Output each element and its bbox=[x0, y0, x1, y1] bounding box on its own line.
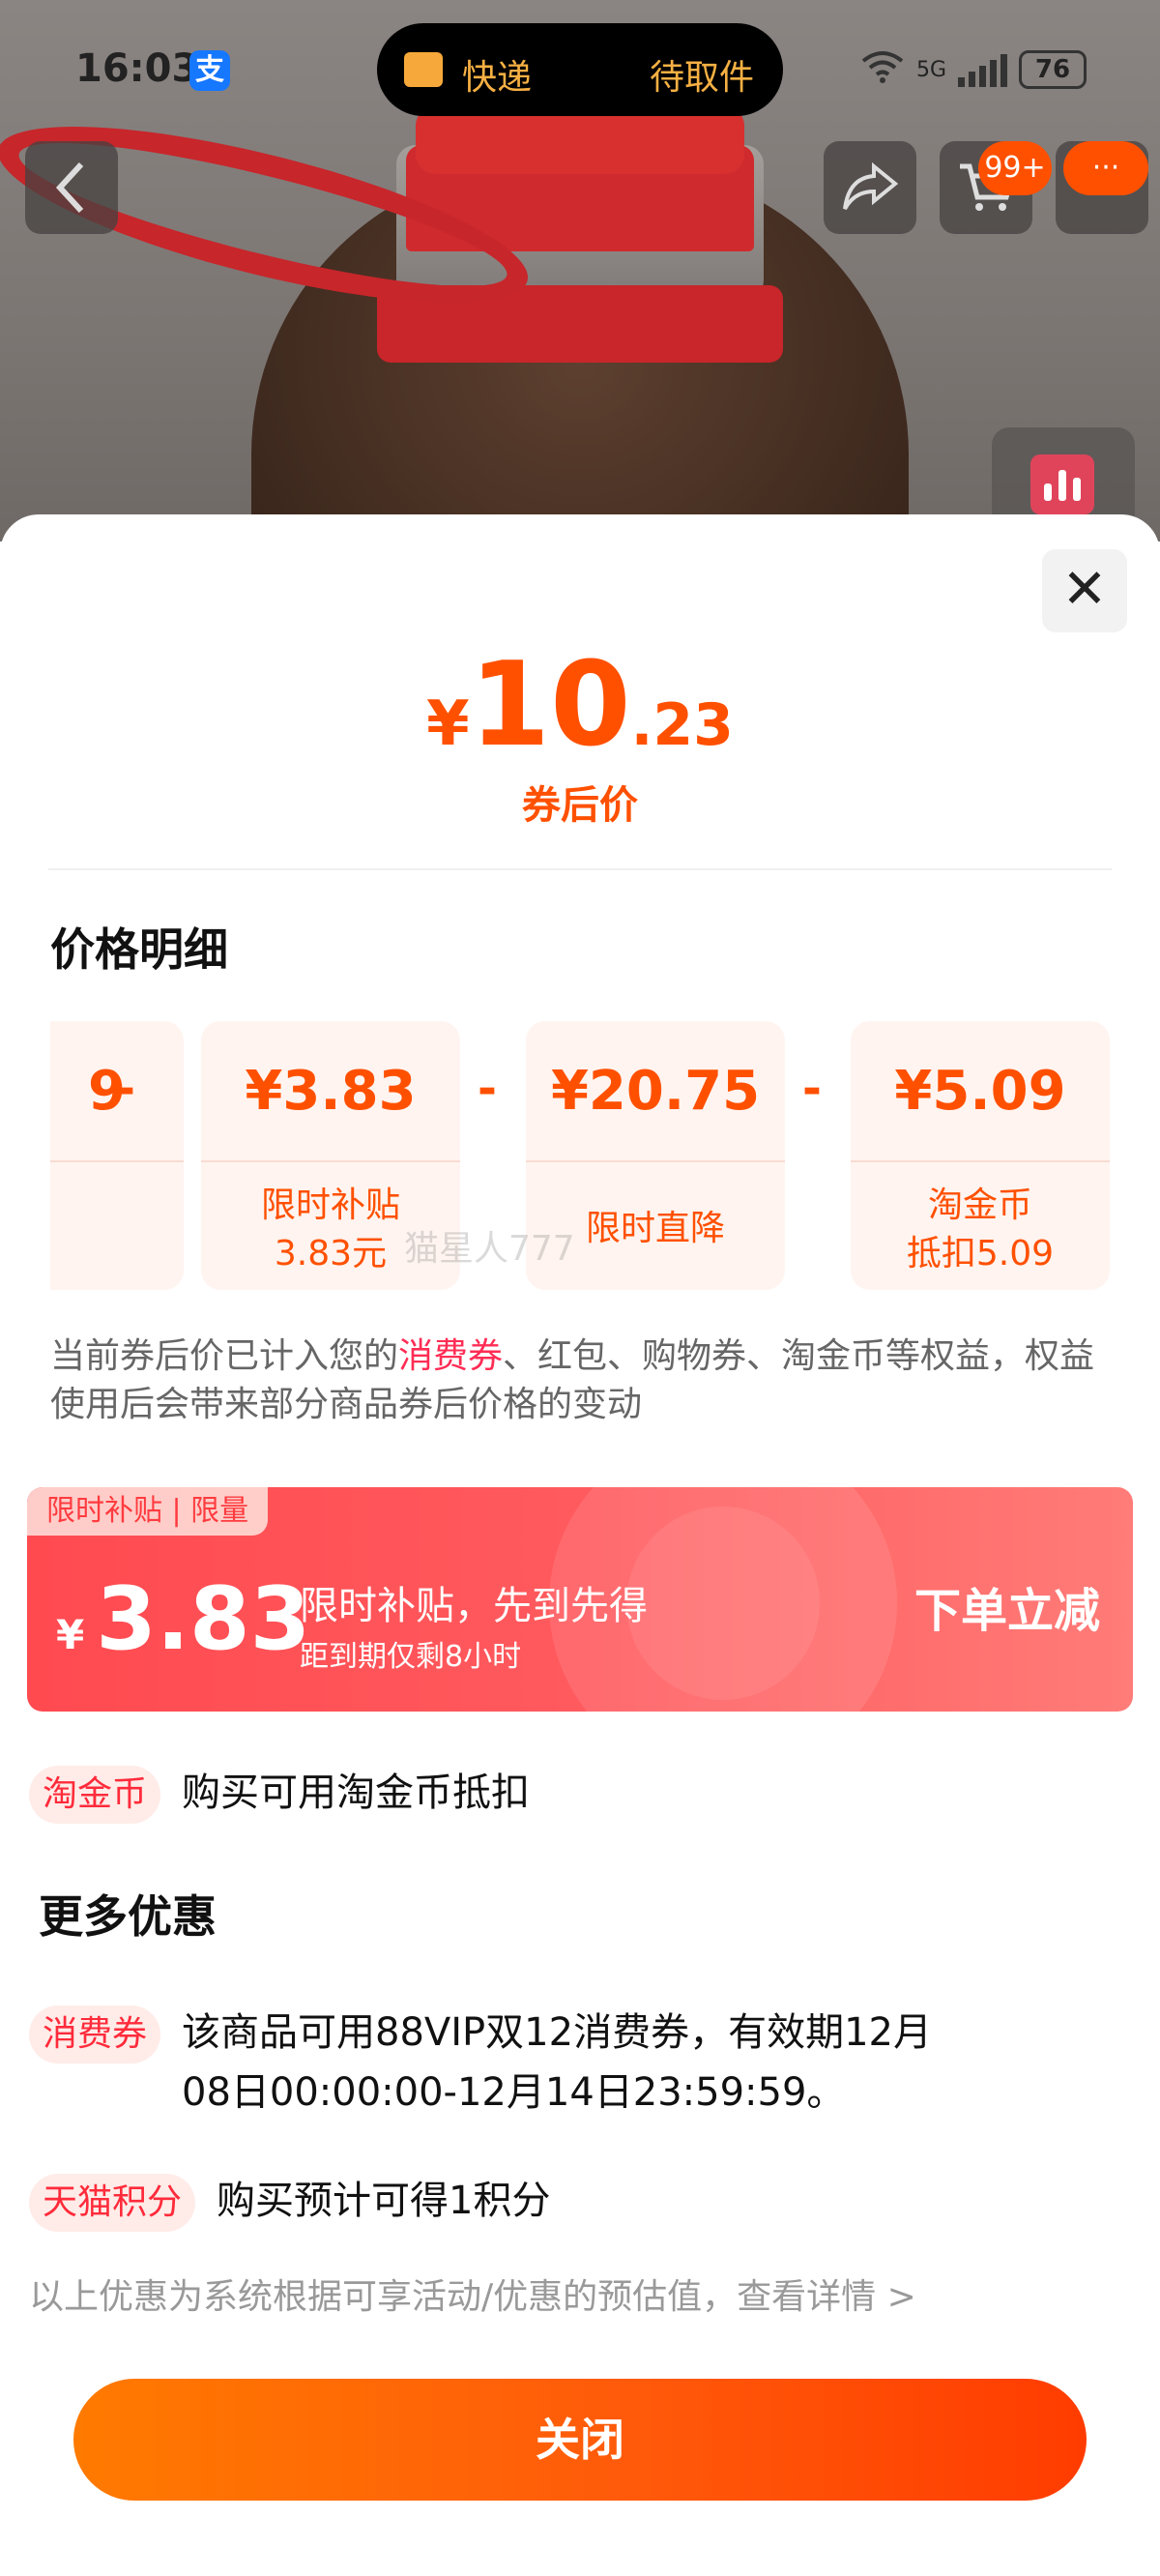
final-price: ¥10.23 bbox=[0, 638, 1160, 773]
system-icons: 5G 76 bbox=[860, 48, 1087, 91]
subsidy-tag: 限时补贴 | 限量 bbox=[27, 1487, 269, 1536]
minus-sign: - bbox=[478, 1062, 497, 1116]
price-label: 券后价 bbox=[522, 783, 638, 828]
share-button[interactable] bbox=[824, 141, 916, 234]
points-text: 购买预计可得1积分 bbox=[217, 2179, 551, 2223]
price-decimal: .23 bbox=[630, 691, 734, 759]
note-text: 当前券后价已计入您的 bbox=[50, 1336, 399, 1376]
coupon-validity: 08日00:00:00-12月14日23:59:59。 bbox=[182, 2070, 846, 2115]
island-label: 快递 bbox=[462, 58, 533, 98]
card-value: ¥20.75 bbox=[550, 1060, 761, 1123]
battery-icon: 76 bbox=[1019, 50, 1087, 89]
card-divider bbox=[50, 1160, 184, 1162]
back-button[interactable] bbox=[25, 141, 118, 234]
more-offers-title: 更多优惠 bbox=[39, 1890, 217, 1943]
card-divider bbox=[201, 1160, 460, 1162]
subsidy-value: 3.83 bbox=[96, 1568, 311, 1670]
card-value: ¥5.09 bbox=[894, 1060, 1066, 1123]
subsidy-currency: ¥ bbox=[56, 1611, 85, 1658]
note-highlight: 消费券 bbox=[398, 1336, 504, 1376]
island-status: 待取件 bbox=[649, 58, 754, 98]
price-currency: ¥ bbox=[426, 688, 470, 760]
share-icon bbox=[843, 161, 899, 211]
watermark: 猫星人777 bbox=[404, 1229, 575, 1269]
more-icon: ··· bbox=[1063, 141, 1148, 195]
subsidy-amount: ¥3.83 bbox=[56, 1568, 310, 1670]
coupon-text: 该商品可用88VIP双12消费券，有效期12月 bbox=[182, 2010, 932, 2055]
card-desc: 淘金币 抵扣5.09 bbox=[906, 1186, 1055, 1273]
subsidy-title: 限时补贴，先到先得 bbox=[300, 1584, 648, 1628]
decor-circle bbox=[626, 1507, 820, 1700]
signal-icon bbox=[958, 52, 1007, 87]
card-value: ¥3.83 bbox=[245, 1060, 417, 1123]
points-pill: 天猫积分 bbox=[29, 2174, 196, 2232]
subsidy-cta[interactable]: 下单立减 bbox=[914, 1572, 1100, 1640]
card-divider bbox=[526, 1160, 785, 1162]
breakdown-card-taojinbi: ¥5.09 淘金币 抵扣5.09 bbox=[851, 1021, 1110, 1290]
subsidy-banner[interactable]: 限时补贴 | 限量 ¥3.83 限时补贴，先到先得 距到期仅剩8小时 下单立减 bbox=[27, 1487, 1133, 1712]
minus-sign: - bbox=[802, 1062, 822, 1116]
price-breakdown-scroller[interactable]: 9 - ¥3.83 限时补贴 3.83元 - ¥20.75 限时直降 - ¥5.… bbox=[50, 1021, 1114, 1290]
coupon-pill: 消费券 bbox=[29, 2005, 161, 2064]
close-icon: ✕ bbox=[1061, 558, 1108, 621]
card-divider bbox=[851, 1160, 1110, 1162]
divider bbox=[48, 868, 1112, 870]
dynamic-island[interactable]: 快递 待取件 bbox=[377, 23, 783, 116]
network-type: 5G bbox=[915, 57, 946, 82]
chevron-left-icon bbox=[55, 161, 84, 214]
wifi-icon bbox=[860, 49, 905, 90]
cart-count-badge: 99+ bbox=[978, 141, 1052, 195]
status-time: 16:03 bbox=[75, 46, 199, 91]
taojinbi-text: 购买可用淘金币抵扣 bbox=[182, 1771, 530, 1815]
details-link[interactable]: 以上优惠为系统根据可享活动/优惠的预估值，查看详情 > bbox=[29, 2269, 916, 2319]
alipay-icon: 支 bbox=[189, 50, 230, 91]
price-note: 当前券后价已计入您的消费券、红包、购物券、淘金币等权益，权益使用后会带来部分商品… bbox=[50, 1332, 1114, 1429]
status-bar: 16:03 支 快递 待取件 5G 76 bbox=[0, 0, 1160, 135]
taojinbi-pill: 淘金币 bbox=[29, 1766, 161, 1824]
package-icon bbox=[404, 52, 443, 87]
bar-chart-icon bbox=[1030, 454, 1094, 514]
subsidy-countdown: 距到期仅剩8小时 bbox=[300, 1640, 522, 1674]
breakdown-title: 价格明细 bbox=[50, 923, 228, 976]
close-button[interactable]: 关闭 bbox=[73, 2379, 1087, 2501]
price-integer: 10 bbox=[469, 638, 631, 773]
close-sheet-button[interactable]: ✕ bbox=[1042, 549, 1127, 632]
minus-sign: - bbox=[116, 1062, 135, 1116]
